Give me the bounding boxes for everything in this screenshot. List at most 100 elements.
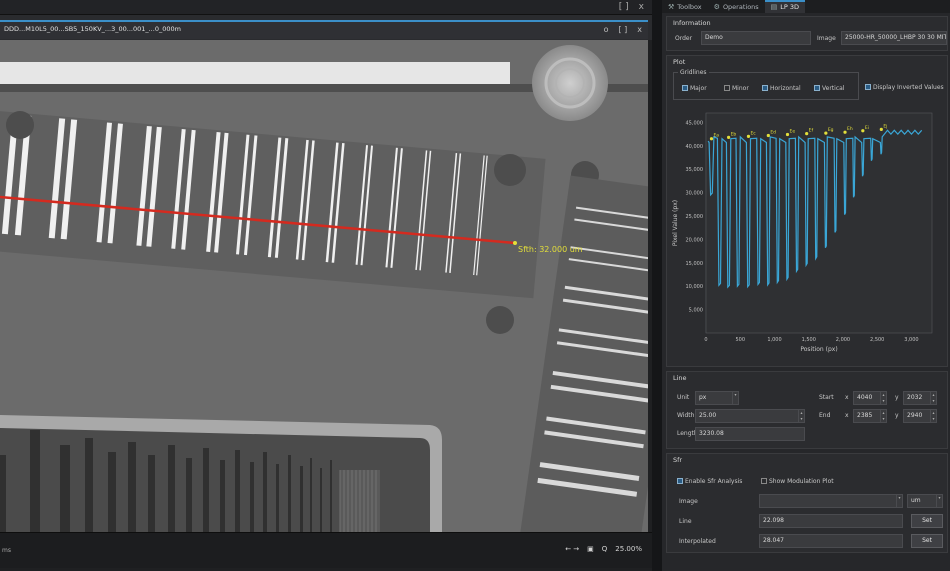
tab-lp3d[interactable]: ▤ LP 3D: [764, 0, 806, 13]
panel-tabs: ⚒ Toolbox ⚙ Operations ▤ LP 3D: [662, 0, 950, 13]
gridline-vertical[interactable]: Vertical: [814, 85, 844, 92]
x-tick-label: 2,000: [836, 337, 850, 343]
peak-label: Ec: [750, 130, 756, 136]
measurement-endpoint[interactable]: [513, 241, 517, 245]
image-label: Image: [817, 35, 836, 42]
sfr-unit-dropdown-icon: ▾: [936, 495, 942, 507]
vertical-checkbox[interactable]: [814, 85, 820, 91]
start-y-field[interactable]: 2032 ▴ ▾: [903, 391, 937, 405]
x-tick-label: 2,500: [870, 337, 884, 343]
x-tick-label: 0: [704, 337, 707, 343]
peak-label: Ea: [713, 133, 719, 139]
status-left-text: ms: [2, 547, 11, 554]
gridline-minor[interactable]: Minor: [724, 85, 749, 92]
peak-label: Eb: [731, 131, 737, 137]
unit-select[interactable]: px ▾: [695, 391, 739, 405]
sfr-line-field: 22.098: [759, 514, 903, 528]
wrench-icon: ⚒: [668, 2, 675, 11]
y-tick-label: 35,000: [686, 167, 704, 173]
document-tab[interactable]: DDD...M10L5_00...SB5_150KV_...3_00...001…: [0, 20, 648, 39]
gridline-horizontal[interactable]: Horizontal: [762, 85, 801, 92]
modulation-option[interactable]: Show Modulation Plot: [761, 478, 834, 485]
sfr-image-select[interactable]: ▾: [759, 494, 903, 508]
horizontal-checkbox[interactable]: [762, 85, 768, 91]
viewer-statusbar: ms ← → ▣ Q 25.00%: [0, 532, 652, 568]
end-x-label: x: [845, 412, 849, 419]
document-icon: ▤: [770, 3, 778, 11]
measurement-label: Sfth: 32.000 um: [518, 245, 583, 254]
line-title: Line: [673, 374, 687, 382]
x-tick-label: 1,000: [767, 337, 781, 343]
sfr-unit-select[interactable]: um ▾: [907, 494, 943, 508]
end-y-field[interactable]: 2940 ▴ ▾: [903, 409, 937, 423]
end-y-label: y: [895, 412, 899, 419]
sfr-image-label: Image: [679, 498, 698, 505]
nav-arrows[interactable]: ← →: [565, 545, 579, 553]
xray-image: Sfth: 32.000 um: [0, 40, 648, 532]
minor-checkbox[interactable]: [724, 85, 730, 91]
round-feature: [532, 45, 608, 121]
profile-chart: 5,000 10,000 15,000 20,000 25,000 30,000 35,00…: [672, 112, 933, 353]
plot-title: Plot: [673, 58, 686, 66]
xray-image-canvas[interactable]: Sfth: 32.000 um: [0, 40, 648, 532]
image-viewer: [ ] x DDD...M10L5_00...SB5_150KV_...3_00…: [0, 0, 652, 571]
order-label: Order: [675, 35, 693, 42]
start-label: Start: [819, 394, 834, 401]
close-icon[interactable]: x: [639, 2, 644, 12]
peak-label: Ei: [865, 125, 869, 131]
y-tick-label: 5,000: [689, 308, 703, 314]
width-spinner-icon: ▴ ▾: [798, 410, 804, 422]
information-title: Information: [673, 19, 711, 27]
x-tick-label: 500: [735, 337, 745, 343]
width-label: Width: [677, 412, 695, 419]
maximize-icon[interactable]: [ ]: [619, 2, 629, 12]
peak-label: Ef: [809, 128, 814, 134]
viewer-topbar: [ ] x: [0, 0, 652, 15]
peak-label: Eg: [828, 127, 834, 133]
width-field[interactable]: 25.00 ▴ ▾: [695, 409, 805, 423]
pin-icon[interactable]: o: [604, 25, 609, 34]
order-field[interactable]: Demo: [701, 31, 811, 45]
peak-label: Ed: [770, 129, 776, 135]
sfr-image-dropdown-icon: ▾: [896, 495, 902, 507]
tab-operations[interactable]: ⚙ Operations: [708, 0, 765, 13]
sfr-section: Sfr Enable Sfr Analysis Show Modulation …: [666, 453, 948, 553]
fit-icon[interactable]: ▣: [587, 545, 594, 553]
peak-label: Ee: [789, 129, 795, 135]
enable-sfr-option[interactable]: Enable Sfr Analysis: [677, 478, 742, 485]
gear-icon: ⚙: [713, 2, 720, 11]
sfr-interpolated-set-button[interactable]: Set: [911, 534, 943, 548]
zoom-level[interactable]: 25.00%: [615, 545, 642, 553]
y-tick-label: 15,000: [686, 261, 704, 267]
peak-label: Eh: [847, 126, 853, 132]
modulation-checkbox[interactable]: [761, 478, 767, 484]
panel-divider[interactable]: [652, 0, 662, 571]
start-y-label: y: [895, 394, 899, 401]
tab-toolbox[interactable]: ⚒ Toolbox: [662, 0, 708, 13]
end-x-field[interactable]: 2385 ▴ ▾: [853, 409, 887, 423]
enable-sfr-checkbox[interactable]: [677, 478, 683, 484]
sfr-interpolated-field: 28.047: [759, 534, 903, 548]
gridline-major[interactable]: Major: [682, 85, 707, 92]
analysis-panel: ⚒ Toolbox ⚙ Operations ▤ LP 3D Informati…: [662, 0, 950, 571]
document-title: DDD...M10L5_00...SB5_150KV_...3_00...001…: [4, 25, 181, 33]
unit-label: Unit: [677, 394, 690, 401]
major-checkbox[interactable]: [682, 85, 688, 91]
y-tick-label: 25,000: [686, 214, 704, 220]
y-tick-label: 20,000: [686, 237, 704, 243]
close-tab-icon[interactable]: x: [637, 25, 642, 34]
start-x-field[interactable]: 4040 ▴ ▾: [853, 391, 887, 405]
length-field[interactable]: 3230.08: [695, 427, 805, 441]
x-tick-label: 3,000: [904, 337, 918, 343]
image-field[interactable]: 25000-HR_50000_LHBP 30 30 MIT: [841, 31, 947, 45]
float-icon[interactable]: [ ]: [618, 25, 627, 34]
information-section: Information Order Demo Image 25000-HR_50…: [666, 16, 948, 51]
gridlines-title: Gridlines: [678, 69, 709, 76]
display-inverted-option[interactable]: Display Inverted Values: [865, 84, 944, 91]
zoom-icon[interactable]: Q: [602, 545, 608, 553]
profile-plot[interactable]: 5,000 10,000 15,000 20,000 25,000 30,000 35,00…: [670, 105, 942, 363]
sfr-line-set-button[interactable]: Set: [911, 514, 943, 528]
sfr-line-label: Line: [679, 518, 692, 525]
y-tick-label: 30,000: [686, 191, 704, 197]
display-inverted-checkbox[interactable]: [865, 84, 871, 90]
